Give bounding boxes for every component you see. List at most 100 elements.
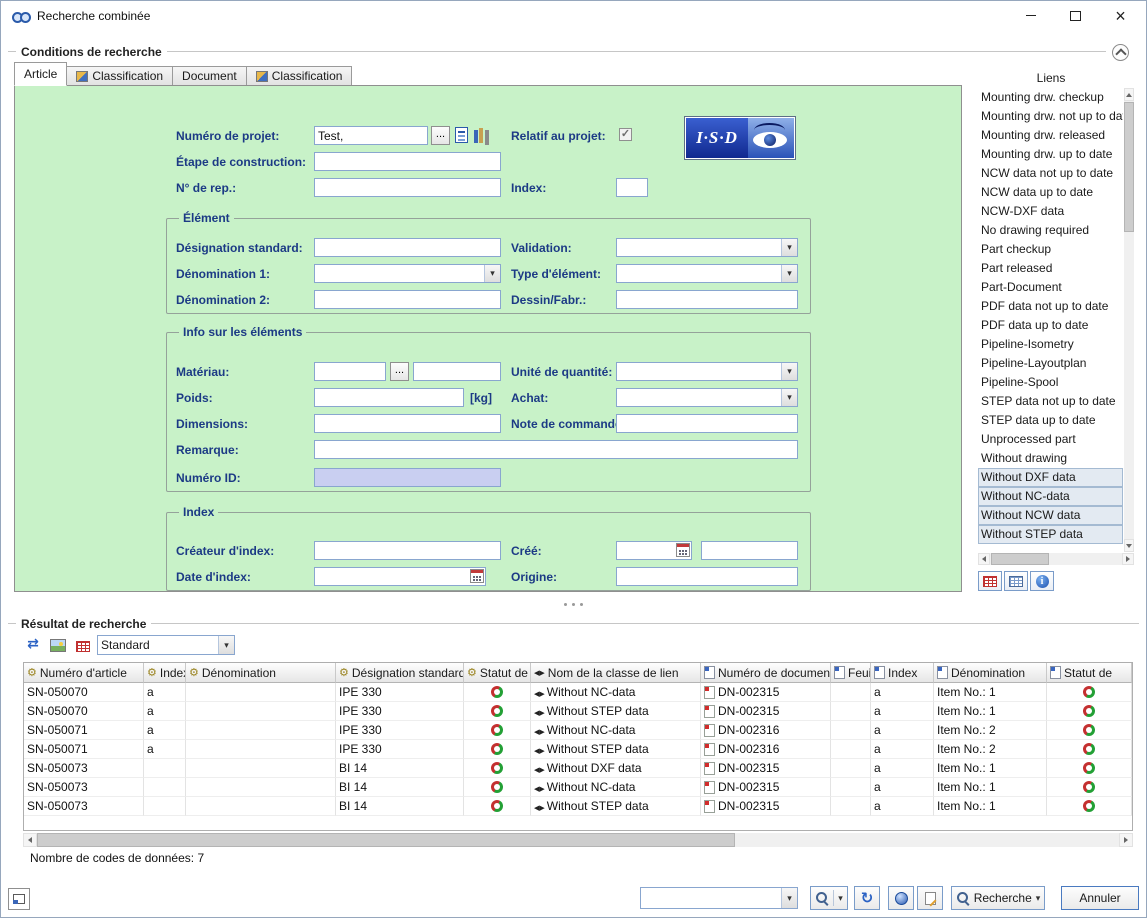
scroll-down-button[interactable] — [1124, 539, 1134, 552]
lien-item[interactable]: Without drawing — [978, 449, 1123, 468]
remarque-input[interactable] — [314, 440, 798, 459]
scrollbar-thumb[interactable] — [1124, 102, 1134, 232]
lien-item[interactable]: STEP data not up to date — [978, 392, 1123, 411]
column-header[interactable]: Nom de la classe de lien — [531, 663, 701, 683]
search-button[interactable]: Recherche ▾ — [951, 886, 1045, 910]
column-header[interactable]: Feuille — [831, 663, 871, 683]
numero-id-input[interactable] — [314, 468, 501, 487]
column-header[interactable]: Index — [144, 663, 186, 683]
lien-item[interactable]: Part checkup — [978, 240, 1123, 259]
chevron-down-icon[interactable]: ▾ — [781, 363, 797, 380]
column-header[interactable]: Numéro de document — [701, 663, 831, 683]
column-header[interactable]: Index — [871, 663, 934, 683]
index-input[interactable] — [616, 178, 648, 197]
lien-item[interactable]: Part-Document — [978, 278, 1123, 297]
search-options-split-button[interactable]: ▾ — [810, 886, 848, 910]
scrollbar-thumb[interactable] — [991, 553, 1049, 565]
table-row[interactable]: SN-050071 a IPE 330 Without NC-data DN-0… — [24, 721, 1132, 740]
chevron-down-icon[interactable]: ▾ — [781, 239, 797, 256]
denom1-select[interactable]: ▾ — [314, 264, 501, 283]
achat-select[interactable]: ▾ — [616, 388, 798, 407]
preview-button[interactable] — [48, 636, 68, 654]
lien-item[interactable]: Part released — [978, 259, 1123, 278]
info-button[interactable]: i — [1030, 571, 1054, 591]
column-header[interactable]: Dénomination — [186, 663, 336, 683]
project-catalog-icon[interactable] — [474, 128, 490, 143]
liens-vertical-scrollbar[interactable] — [1124, 88, 1134, 552]
validation-select[interactable]: ▾ — [616, 238, 798, 257]
lien-item[interactable]: Pipeline-Spool — [978, 373, 1123, 392]
preset-select[interactable]: Standard ▾ — [97, 635, 235, 655]
lien-item[interactable]: Mounting drw. checkup — [978, 88, 1123, 107]
note-input[interactable] — [616, 414, 798, 433]
lien-item[interactable]: Mounting drw. up to date — [978, 145, 1123, 164]
type-element-select[interactable]: ▾ — [616, 264, 798, 283]
cancel-button[interactable]: Annuler — [1061, 886, 1139, 910]
list-view-button[interactable] — [1004, 571, 1028, 591]
column-header[interactable]: Statut de — [464, 663, 531, 683]
table-row[interactable]: SN-050073 BI 14 Without NC-data DN-00231… — [24, 778, 1132, 797]
tab-document[interactable]: Document — [173, 66, 247, 86]
tab-classification-document[interactable]: Classification — [247, 66, 353, 86]
table-row[interactable]: SN-050071 a IPE 330 Without STEP data DN… — [24, 740, 1132, 759]
chevron-down-icon[interactable]: ▾ — [781, 389, 797, 406]
chevron-down-icon[interactable]: ▾ — [218, 636, 234, 654]
hitlist-settings-button[interactable] — [73, 637, 93, 655]
splitter-handle[interactable] — [0, 603, 1147, 606]
lien-item[interactable]: Unprocessed part — [978, 430, 1123, 449]
column-header[interactable]: Désignation standard — [336, 663, 464, 683]
calendar-icon[interactable] — [470, 569, 484, 583]
scroll-right-button[interactable] — [1119, 833, 1133, 847]
rep-input[interactable] — [314, 178, 501, 197]
scrollbar-thumb[interactable] — [37, 833, 735, 847]
project-browse-button[interactable]: ... — [431, 126, 450, 145]
lien-item[interactable]: PDF data not up to date — [978, 297, 1123, 316]
project-document-icon[interactable] — [455, 127, 468, 143]
relative-project-checkbox[interactable]: ✓ — [619, 128, 632, 141]
calendar-icon[interactable] — [676, 543, 690, 557]
materiau-browse-button[interactable]: ... — [390, 362, 409, 381]
tab-article[interactable]: Article — [14, 62, 67, 86]
designation-input[interactable] — [314, 238, 501, 257]
table-row[interactable]: SN-050073 BI 14 Without STEP data DN-002… — [24, 797, 1132, 816]
unite-select[interactable]: ▾ — [616, 362, 798, 381]
materiau-input[interactable] — [314, 362, 386, 381]
online-search-button[interactable] — [888, 886, 914, 910]
dialog-resize-toggle-button[interactable] — [8, 888, 30, 910]
table-row[interactable]: SN-050070 a IPE 330 Without STEP data DN… — [24, 702, 1132, 721]
poids-input[interactable] — [314, 388, 464, 407]
column-header[interactable]: Statut de — [1047, 663, 1132, 683]
table-row[interactable]: SN-050073 BI 14 Without DXF data DN-0023… — [24, 759, 1132, 778]
minimize-button[interactable] — [1008, 1, 1053, 30]
stage-input[interactable] — [314, 152, 501, 171]
lien-item[interactable]: Without NC-data — [978, 487, 1123, 506]
result-grid-button[interactable] — [978, 571, 1002, 591]
column-header[interactable]: Dénomination — [934, 663, 1047, 683]
scroll-up-button[interactable] — [1124, 88, 1134, 101]
transfer-results-button[interactable]: ⇄ — [23, 635, 43, 653]
tab-classification-article[interactable]: Classification — [67, 66, 173, 86]
lien-item[interactable]: PDF data up to date — [978, 316, 1123, 335]
date-index-input[interactable] — [314, 567, 486, 586]
lien-item[interactable]: No drawing required — [978, 221, 1123, 240]
lien-item[interactable]: NCW data not up to date — [978, 164, 1123, 183]
lien-item[interactable]: Pipeline-Isometry — [978, 335, 1123, 354]
chevron-down-icon[interactable]: ▾ — [781, 265, 797, 282]
scroll-left-button[interactable] — [23, 833, 37, 847]
dessin-input[interactable] — [616, 290, 798, 309]
liens-horizontal-scrollbar[interactable] — [978, 553, 1134, 565]
close-button[interactable] — [1098, 1, 1143, 30]
denom2-input[interactable] — [314, 290, 501, 309]
column-header[interactable]: Numéro d'article — [24, 663, 144, 683]
table-row[interactable]: SN-050070 a IPE 330 Without NC-data DN-0… — [24, 683, 1132, 702]
refresh-button[interactable]: ↻ — [854, 886, 880, 910]
origine-input[interactable] — [616, 567, 798, 586]
lien-item[interactable]: Without NCW data — [978, 506, 1123, 525]
lien-item[interactable]: NCW-DXF data — [978, 202, 1123, 221]
lien-item[interactable]: Pipeline-Layoutplan — [978, 354, 1123, 373]
chevron-down-icon[interactable]: ▾ — [484, 265, 500, 282]
saved-search-select[interactable]: ▾ — [640, 887, 798, 909]
scroll-left-button[interactable] — [978, 553, 990, 565]
chevron-down-icon[interactable]: ▾ — [781, 888, 797, 908]
results-horizontal-scrollbar[interactable] — [23, 833, 1133, 847]
